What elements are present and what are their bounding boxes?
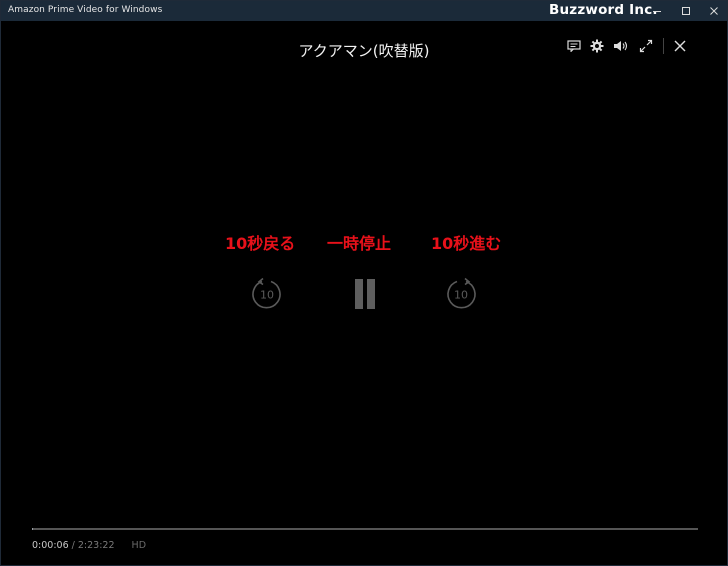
watermark-text: Buzzword Inc. — [549, 2, 658, 18]
close-player-button[interactable] — [672, 38, 688, 54]
total-time: 2:23:22 — [77, 540, 115, 551]
pause-icon — [355, 279, 375, 309]
gear-icon — [590, 39, 604, 53]
minimize-button[interactable] — [644, 1, 670, 21]
forward-10-button[interactable]: 10 — [443, 276, 479, 312]
app-window: Amazon Prime Video for Windows Buzzword … — [0, 0, 728, 566]
pause-annotation: 一時停止 — [327, 234, 392, 253]
subtitles-button[interactable] — [566, 38, 582, 54]
current-time: 0:00:06 — [32, 540, 69, 551]
fullscreen-icon — [639, 39, 653, 53]
close-icon — [674, 40, 686, 52]
fullscreen-button[interactable] — [638, 38, 654, 54]
rewind-seconds-label: 10 — [260, 289, 274, 302]
toolbar-divider — [663, 38, 664, 54]
forward-seconds-label: 10 — [454, 289, 468, 302]
volume-icon — [614, 41, 628, 51]
minimize-icon — [653, 11, 661, 12]
app-title: Amazon Prime Video for Windows — [8, 5, 163, 15]
window-close-button[interactable] — [701, 1, 727, 21]
forward-annotation: 10秒進む — [431, 234, 502, 253]
quality-badge: HD — [131, 540, 147, 551]
rewind-10-button[interactable]: 10 — [249, 276, 285, 312]
volume-button[interactable] — [613, 38, 629, 54]
seek-bar-progress — [32, 528, 33, 530]
seek-bar[interactable] — [32, 528, 698, 530]
forward-10-icon: 10 — [447, 277, 476, 309]
rewind-annotation: 10秒戻る — [225, 234, 296, 253]
settings-button[interactable] — [589, 38, 605, 54]
subtitles-icon — [567, 40, 581, 52]
rewind-10-icon: 10 — [252, 277, 281, 309]
title-bar[interactable]: Amazon Prime Video for Windows Buzzword … — [1, 1, 727, 21]
window-close-icon — [710, 7, 718, 15]
time-display: 0:00:06 / 2:23:22 HD — [32, 540, 146, 551]
pause-button[interactable] — [347, 276, 383, 312]
maximize-icon — [682, 7, 690, 15]
time-separator: / — [71, 540, 75, 551]
maximize-button[interactable] — [673, 1, 699, 21]
